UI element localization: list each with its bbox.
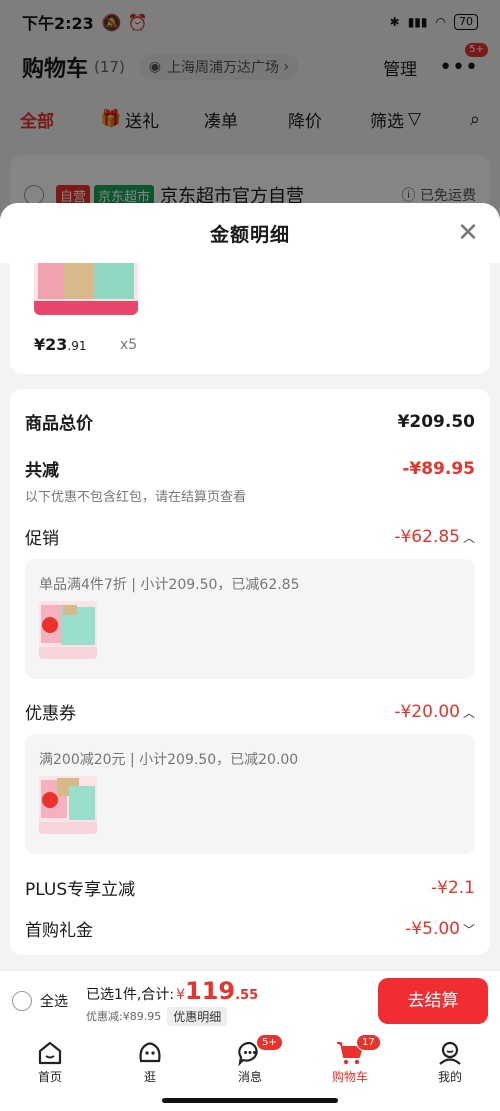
chevron-down-icon: ﹀	[462, 922, 475, 937]
select-all[interactable]: 全选	[12, 991, 68, 1011]
coupon-detail-box: 满200减20元 | 小计209.50，已减20.00	[25, 734, 475, 854]
home-indicator[interactable]	[162, 1098, 338, 1103]
promo-detail-box: 单品满4件7折 | 小计209.50，已减62.85	[25, 559, 475, 679]
profile-icon	[436, 1038, 464, 1068]
promo-amount: -¥62.85	[394, 526, 460, 547]
close-icon[interactable]: ✕	[454, 219, 482, 247]
total-decimal: .55	[235, 987, 259, 1003]
bottom-nav: 首页 逛 消息 5+ 购物车 17 我的	[0, 1031, 500, 1091]
nav-cart[interactable]: 购物车 17	[300, 1031, 400, 1091]
reduce-note: 以下优惠不包含红包，请在结算页查看	[25, 490, 247, 505]
promo-product-image	[39, 601, 97, 659]
select-all-label: 全选	[40, 994, 68, 1010]
gift-value: -¥5.00 ﹀	[405, 919, 475, 939]
currency-symbol: ¥	[176, 986, 185, 1003]
product-quantity: x5	[120, 337, 138, 353]
nav-browse[interactable]: 逛	[100, 1031, 200, 1091]
amount-detail-sheet: 金额明细 ✕ ¥23.91 x5 商品总价 ¥209.50 共减 -¥89.95…	[0, 203, 500, 970]
product-card: ¥23.91 x5	[10, 263, 490, 374]
selected-text: 已选1件,合计:	[86, 986, 175, 1003]
total-line: 已选1件,合计: ¥ 119 .55	[86, 977, 258, 1005]
product-price: ¥23.91	[34, 335, 87, 354]
amount-breakdown: 商品总价 ¥209.50 共减 -¥89.95 以下优惠不包含红包，请在结算页查…	[10, 389, 490, 955]
promo-row[interactable]: 促销 -¥62.85 ︿	[25, 524, 475, 550]
nav-profile-label: 我的	[437, 1069, 462, 1084]
plus-value: -¥2.1	[431, 877, 475, 898]
gift-amount: -¥5.00	[405, 918, 460, 939]
sheet-header: 金额明细 ✕	[0, 203, 500, 263]
plus-label: PLUS专享立减	[25, 880, 136, 900]
price-integer: ¥23	[34, 335, 68, 354]
coupon-row[interactable]: 优惠券 -¥20.00 ︿	[25, 699, 475, 725]
price-decimal: .91	[67, 339, 87, 353]
chevron-up-icon: ︿	[462, 530, 475, 545]
total-label: 商品总价	[25, 414, 93, 434]
promo-label: 促销	[25, 529, 59, 549]
coupon-value: -¥20.00 ︿	[394, 702, 475, 722]
nav-browse-label: 逛	[143, 1069, 156, 1084]
coupon-product-image	[39, 776, 97, 834]
promo-value: -¥62.85 ︿	[394, 527, 475, 547]
nav-messages[interactable]: 消息 5+	[200, 1031, 300, 1091]
checkout-bar: 全选 已选1件,合计: ¥ 119 .55 优惠减:¥89.95 优惠明细 去结…	[0, 970, 500, 1031]
coupon-amount: -¥20.00	[394, 701, 460, 722]
modal-overlay[interactable]	[0, 0, 500, 215]
total-integer: 119	[185, 976, 236, 1005]
home-indicator-area	[0, 1091, 500, 1111]
total-row: 商品总价 ¥209.50	[25, 409, 475, 435]
plus-row: PLUS专享立减 -¥2.1	[25, 875, 475, 901]
nav-home[interactable]: 首页	[0, 1031, 100, 1091]
total-value: ¥209.50	[397, 411, 475, 432]
sheet-title: 金额明细	[209, 223, 290, 246]
select-all-radio[interactable]	[12, 991, 32, 1011]
gift-row[interactable]: 首购礼金 -¥5.00 ﹀	[25, 916, 475, 942]
checkout-button[interactable]: 去结算	[378, 978, 488, 1024]
cart-badge: 17	[356, 1034, 381, 1051]
reduce-label: 共减	[25, 461, 59, 481]
nav-cart-label: 购物车	[331, 1069, 368, 1084]
messages-badge: 5+	[256, 1034, 283, 1051]
product-thumbnail	[34, 263, 138, 315]
coupon-label: 优惠券	[25, 704, 76, 724]
discount-line: 优惠减:¥89.95 优惠明细	[86, 1006, 258, 1026]
chevron-up-icon: ︿	[462, 705, 475, 720]
sum-block: 已选1件,合计: ¥ 119 .55 优惠减:¥89.95 优惠明细	[86, 977, 258, 1026]
nav-profile[interactable]: 我的	[400, 1031, 500, 1091]
reduce-value: -¥89.95	[402, 458, 475, 479]
reduce-row: 共减 -¥89.95	[25, 456, 475, 482]
discount-text: 优惠减:¥89.95	[86, 1010, 162, 1023]
gift-label: 首购礼金	[25, 921, 93, 941]
discount-detail-button[interactable]: 优惠明细	[167, 1006, 228, 1026]
nav-home-label: 首页	[37, 1069, 62, 1084]
promo-description: 单品满4件7折 | 小计209.50，已减62.85	[39, 577, 300, 593]
home-icon	[36, 1038, 64, 1068]
browse-icon	[136, 1038, 164, 1068]
nav-messages-label: 消息	[237, 1069, 262, 1084]
coupon-description: 满200减20元 | 小计209.50，已减20.00	[39, 752, 299, 768]
